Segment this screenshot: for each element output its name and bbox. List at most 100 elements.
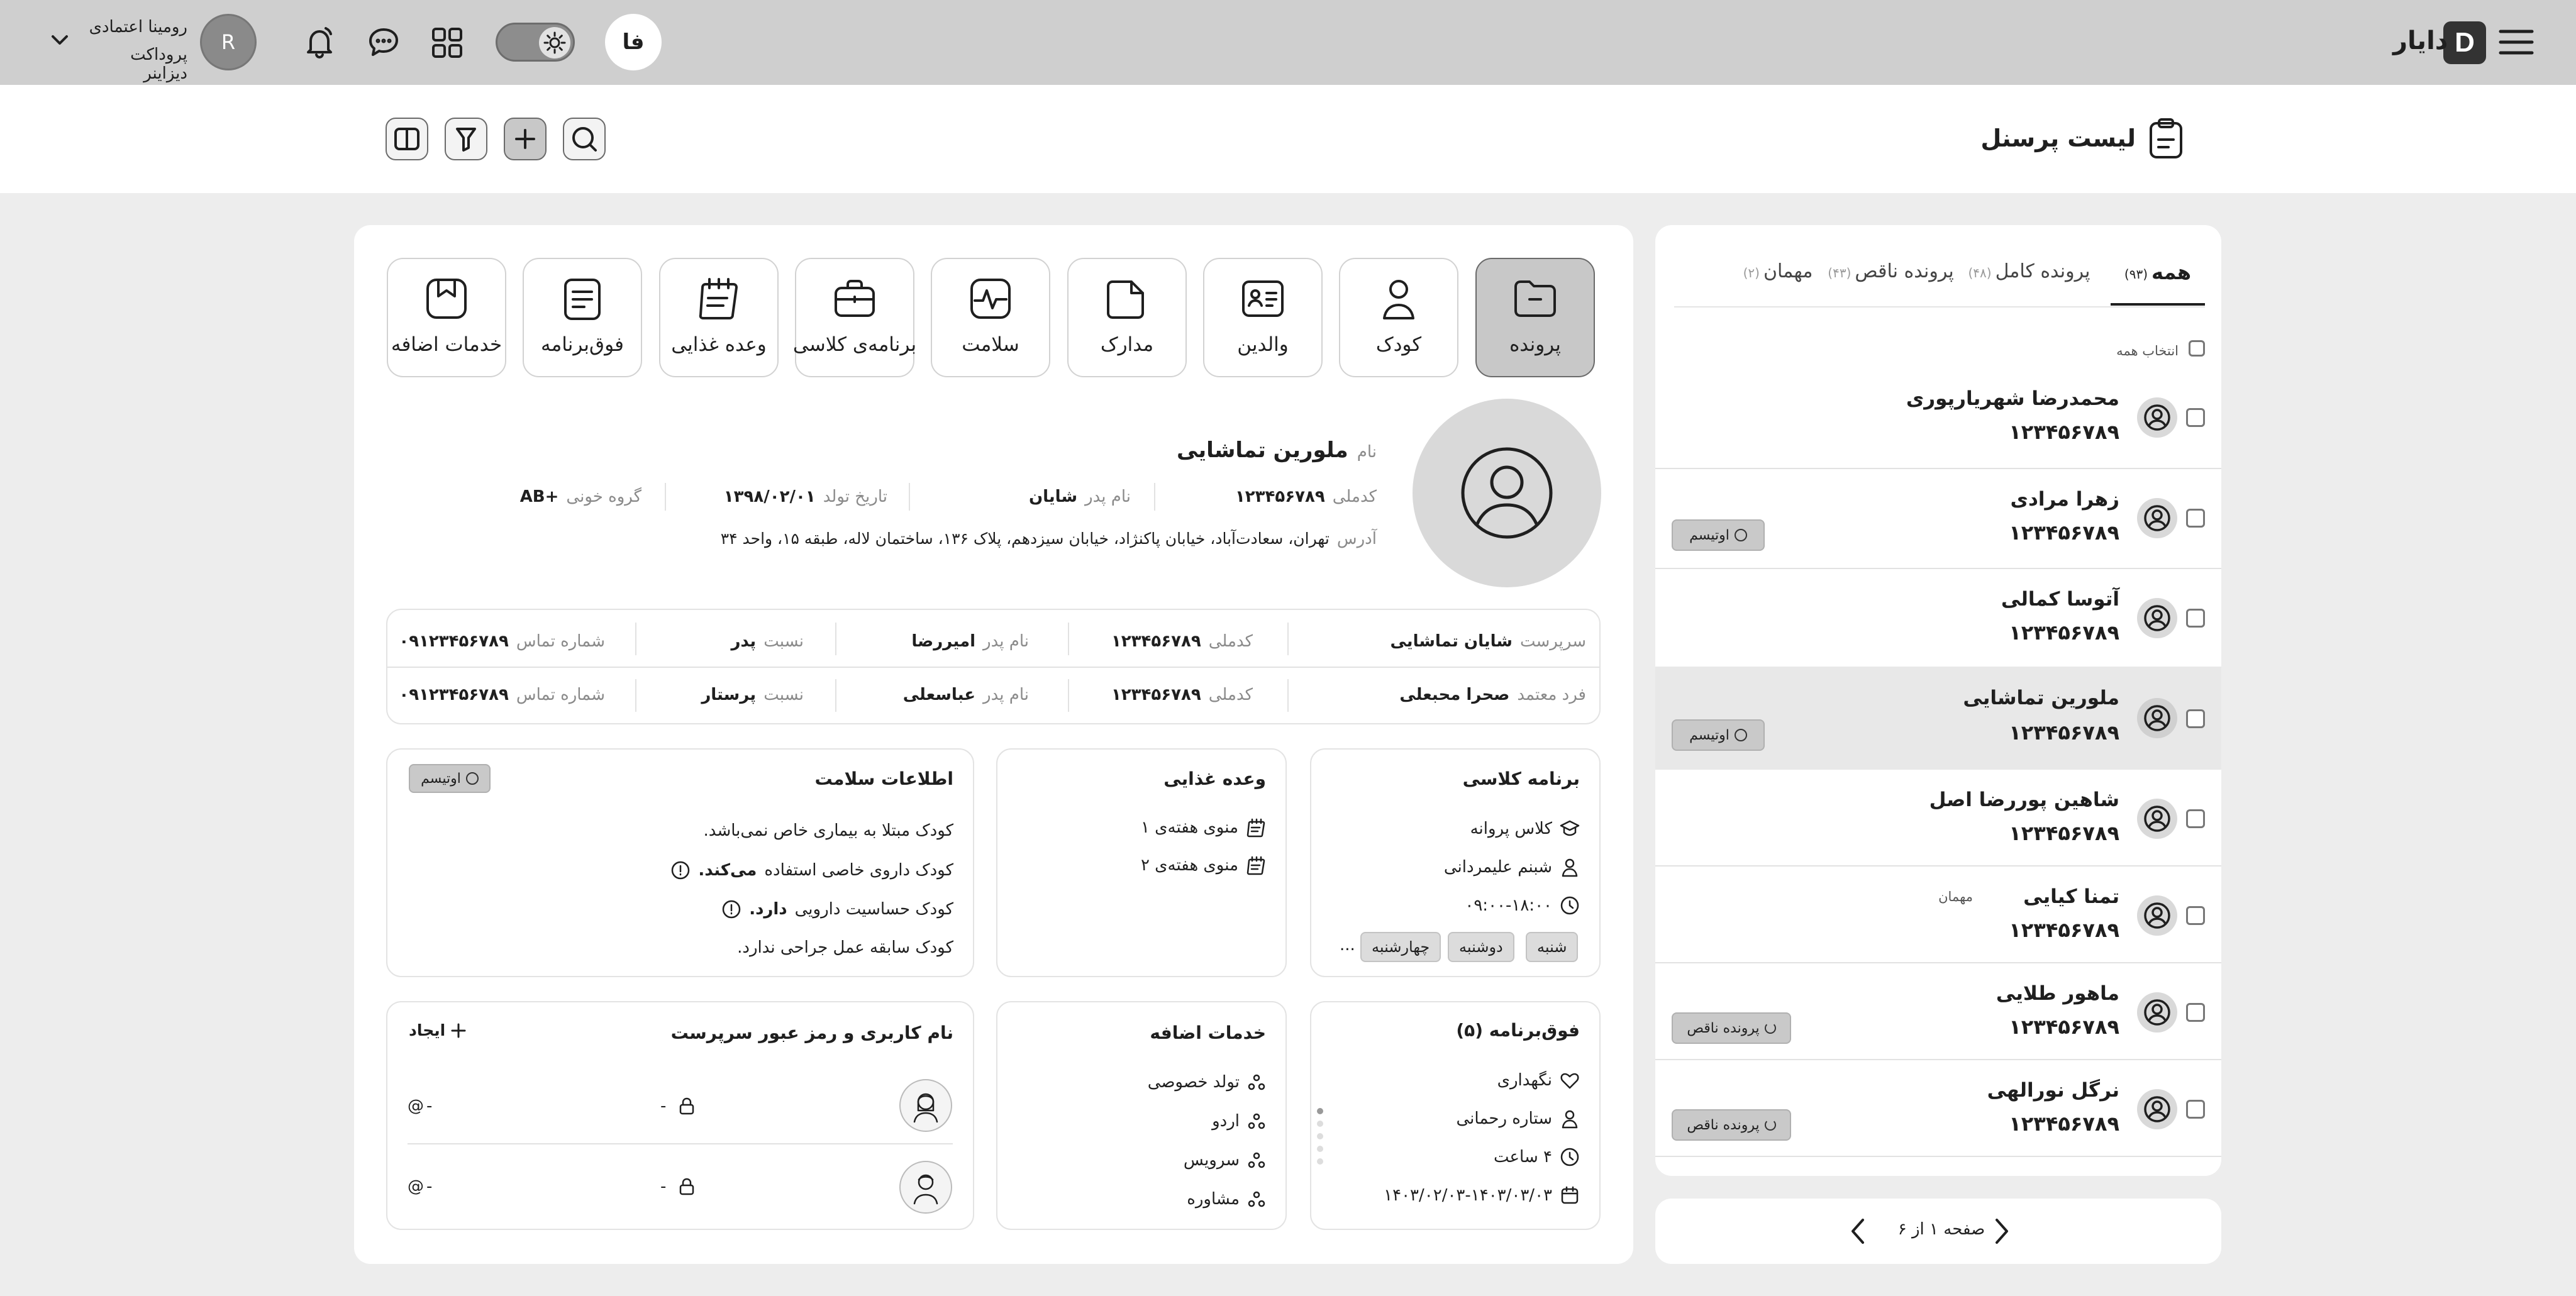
father-value: عباسعلی	[902, 685, 976, 704]
profile-birthdate: تاریخ تولد ۱۳۹۸/۰۲/۰۱	[724, 487, 887, 506]
select-all-label: انتخاب همه	[2116, 343, 2179, 358]
row-checkbox[interactable]	[2186, 408, 2205, 427]
list-item[interactable]: نرگل نورالهی ۱۲۳۴۵۶۷۸۹ پرونده ناقص	[1655, 1060, 2221, 1158]
create-account-button[interactable]: ایجاد	[409, 1021, 467, 1039]
tab-label: پرونده کامل	[1995, 260, 2090, 282]
password-field[interactable]: -	[660, 1177, 696, 1196]
tab-count: (۹۳)	[2124, 267, 2148, 282]
list-item[interactable]: تمنا کیایی مهمان ۱۲۳۴۵۶۷۸۹	[1655, 867, 2221, 964]
menu-icon[interactable]	[2498, 29, 2534, 55]
health-title: اطلاعات سلامت	[814, 768, 953, 789]
language-button[interactable]: فا	[605, 14, 662, 70]
tile-file[interactable]: پرونده	[1475, 258, 1595, 377]
list-item[interactable]: ماهور طلایی ۱۲۳۴۵۶۷۸۹ پرونده ناقص	[1655, 963, 2221, 1061]
create-label: ایجاد	[409, 1021, 446, 1039]
user-avatar[interactable]: R	[200, 14, 257, 70]
logo-icon: D	[2455, 27, 2475, 58]
health-text: کودک داروی خاصی استفاده	[764, 861, 953, 880]
brand-logo[interactable]: D	[2443, 21, 2486, 64]
search-button[interactable]	[563, 118, 606, 160]
chevron-down-icon[interactable]	[50, 34, 69, 47]
row-checkbox[interactable]	[2186, 906, 2205, 925]
phone-label: شماره تماس	[516, 685, 605, 704]
account-avatar	[899, 1161, 952, 1214]
service-text: مشاوره	[1187, 1190, 1240, 1209]
info-icon[interactable]	[721, 899, 741, 919]
tile-health[interactable]: سلامت	[931, 258, 1050, 377]
apps-grid-icon[interactable]	[431, 27, 463, 58]
extra-program-text: ستاره رحمانی	[1456, 1109, 1552, 1128]
blood-label: گروه خونی	[566, 487, 641, 506]
tile-label: پرونده	[1509, 333, 1561, 356]
at-icon: @	[408, 1177, 424, 1196]
user-circle-icon	[2137, 992, 2177, 1033]
tab-all[interactable]: همه (۹۳)	[2111, 260, 2205, 306]
more-days[interactable]: ...	[1340, 936, 1355, 955]
health-line-3: کودک حساسیت دارویی دارد.	[721, 899, 953, 919]
password-field[interactable]: -	[660, 1097, 696, 1116]
services-title: خدمات اضافه	[1150, 1022, 1266, 1043]
birth-value: ۱۳۹۸/۰۲/۰۱	[723, 487, 816, 506]
select-all-checkbox[interactable]	[2189, 340, 2205, 357]
row-checkbox[interactable]	[2186, 1003, 2205, 1022]
health-text: کودک حساسیت دارویی	[794, 900, 953, 919]
tile-label: خدمات اضافه	[391, 333, 502, 356]
list-item[interactable]: شاهین پوررضا اصل ۱۲۳۴۵۶۷۸۹	[1655, 770, 2221, 867]
document-icon	[1104, 275, 1150, 322]
extra-program-item: نگهداری	[1497, 1070, 1580, 1090]
dots-icon	[1247, 1151, 1266, 1170]
profile-avatar[interactable]	[1413, 399, 1601, 587]
chat-icon[interactable]	[368, 27, 399, 58]
filter-button[interactable]	[445, 118, 487, 160]
row-checkbox[interactable]	[2186, 809, 2205, 828]
notification-bell-icon[interactable]	[303, 26, 336, 60]
plus-icon	[513, 126, 538, 152]
info-icon[interactable]	[670, 860, 691, 880]
row-checkbox[interactable]	[2186, 509, 2205, 528]
person-code: ۱۲۳۴۵۶۷۸۹	[2009, 521, 2119, 545]
chevron-right-icon[interactable]	[1993, 1217, 2011, 1245]
password-value: -	[660, 1097, 667, 1116]
tile-additional-services[interactable]: خدمات اضافه	[387, 258, 506, 377]
tile-child[interactable]: کودک	[1339, 258, 1458, 377]
list-item-selected[interactable]: ملورین تماشایی ۱۲۳۴۵۶۷۸۹ اوتیسم	[1655, 667, 2221, 770]
tile-class-schedule[interactable]: برنامه‌ی کلاسی	[793, 258, 916, 377]
code-value: ۱۲۳۴۵۶۷۸۹	[1111, 685, 1201, 704]
tab-incomplete[interactable]: پرونده ناقص (۴۳)	[1823, 260, 1958, 282]
list-item[interactable]: آتوسا کمالی ۱۲۳۴۵۶۷۸۹	[1655, 569, 2221, 667]
theme-toggle[interactable]	[496, 23, 575, 62]
badge-label: پرونده ناقص	[1687, 1020, 1760, 1036]
tile-label: مدارک	[1100, 333, 1154, 356]
tab-complete[interactable]: پرونده کامل (۴۸)	[1962, 260, 2097, 282]
tile-meals[interactable]: وعده غذایی	[659, 258, 779, 377]
username-field[interactable]: @ -	[408, 1177, 432, 1196]
pager-dots[interactable]	[1317, 1108, 1324, 1165]
tag-badge: اوتیسم	[1672, 719, 1765, 751]
filter-icon	[453, 125, 479, 153]
add-button[interactable]	[504, 118, 547, 160]
columns-button[interactable]	[386, 118, 428, 160]
meal-title: وعده غذایی	[1163, 768, 1266, 789]
person-name: ملورین تماشایی	[1963, 687, 2119, 709]
tile-parents[interactable]: والدین	[1203, 258, 1323, 377]
chevron-left-icon[interactable]	[1849, 1217, 1867, 1245]
row-checkbox[interactable]	[2186, 709, 2205, 728]
user-circle-icon	[2137, 799, 2177, 839]
tile-extra-program[interactable]: فوق‌برنامه	[523, 258, 642, 377]
list-item[interactable]: محمدرضا شهریارپوری ۱۲۳۴۵۶۷۸۹	[1655, 368, 2221, 466]
name-label: نام	[1357, 443, 1377, 462]
tile-label: والدین	[1237, 333, 1289, 356]
username-field[interactable]: @ -	[408, 1097, 432, 1116]
list-item[interactable]: زهرا مرادی ۱۲۳۴۵۶۷۸۹ اوتیسم	[1655, 469, 2221, 567]
person-icon	[1560, 857, 1580, 877]
health-emphasis: می‌کند.	[698, 861, 757, 880]
father-value: شایان	[1028, 487, 1078, 506]
service-text: اردو	[1212, 1112, 1240, 1131]
tag-badge: پرونده ناقص	[1672, 1012, 1791, 1044]
bookmark-box-icon	[423, 275, 470, 322]
tile-documents[interactable]: مدارک	[1067, 258, 1187, 377]
row-checkbox[interactable]	[2186, 609, 2205, 628]
extra-program-title: فوق‌برنامه (۵)	[1456, 1020, 1580, 1041]
tab-guest[interactable]: مهمان (۲)	[1737, 260, 1819, 282]
row-checkbox[interactable]	[2186, 1100, 2205, 1119]
